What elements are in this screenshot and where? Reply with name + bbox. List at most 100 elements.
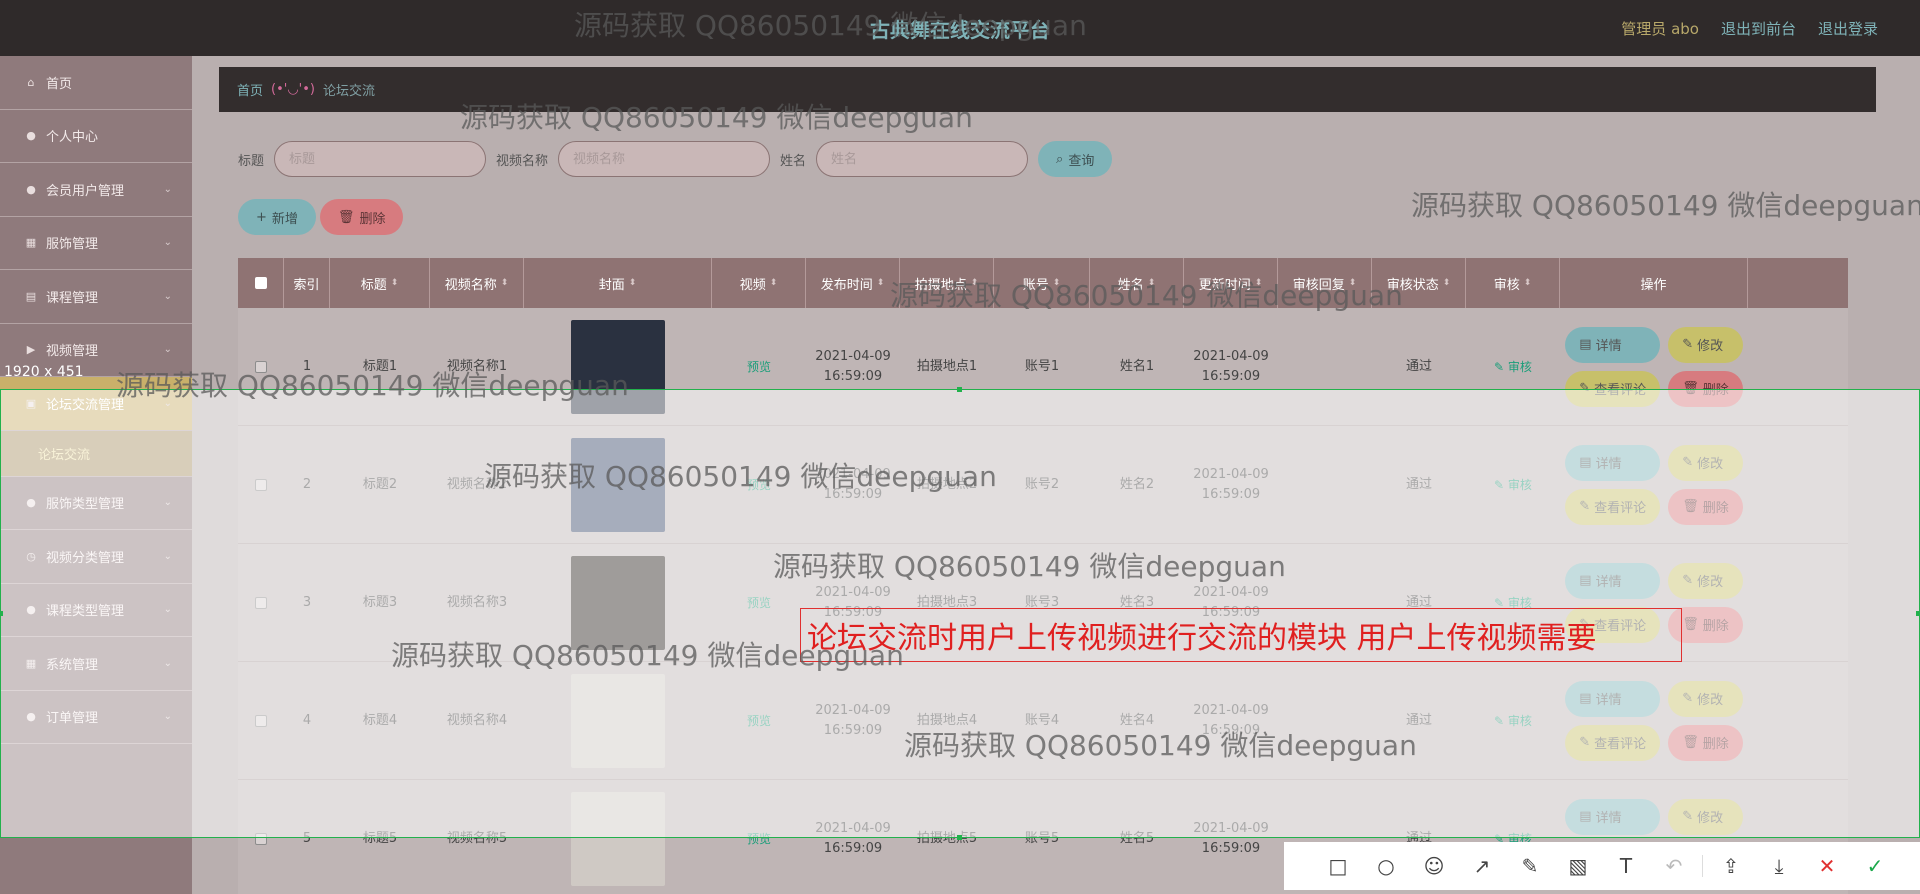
sort-icon: ⬍ xyxy=(1052,278,1061,288)
column-header[interactable]: 更新时间 ⬍ xyxy=(1184,258,1278,308)
download-icon[interactable]: ⤓ xyxy=(1755,842,1803,890)
undo-icon[interactable]: ↶ xyxy=(1650,842,1698,890)
row-checkbox[interactable] xyxy=(255,832,267,845)
column-header[interactable]: 审核 ⬍ xyxy=(1466,258,1560,308)
view-comments-button[interactable]: ✎查看评论 xyxy=(1565,370,1661,407)
detail-button[interactable]: ▤ 详情 xyxy=(1565,562,1661,599)
edit-button[interactable]: ✎ 修改 xyxy=(1668,326,1743,363)
row-checkbox[interactable] xyxy=(255,714,267,727)
selection-handle-bottom[interactable] xyxy=(957,835,962,840)
row-checkbox[interactable] xyxy=(255,360,267,373)
rect-icon[interactable]: □ xyxy=(1314,842,1362,890)
preview-link[interactable]: 预览 xyxy=(747,358,771,375)
detail-button[interactable]: ▤ 详情 xyxy=(1565,680,1661,717)
column-header[interactable]: 姓名 ⬍ xyxy=(1090,258,1184,308)
column-header[interactable]: 视频 ⬍ xyxy=(712,258,806,308)
exit-to-front-link[interactable]: 退出到前台 xyxy=(1721,18,1796,39)
detail-button[interactable]: ▤ 详情 xyxy=(1565,798,1661,835)
select-all-checkbox[interactable] xyxy=(254,277,267,289)
trash-icon: 🗑 xyxy=(337,209,355,225)
emoji-icon[interactable]: ☺ xyxy=(1410,842,1458,890)
text-annotation[interactable]: 论坛交流时用户上传视频进行交流的模块 用户上传视频需要 xyxy=(800,608,1682,662)
sidebar-item[interactable]: ▦ 系统管理 ⌄ xyxy=(0,637,192,691)
column-header[interactable]: 发布时间 ⬍ xyxy=(806,258,900,308)
query-button[interactable]: ⌕ 查询 xyxy=(1038,141,1113,177)
name-input[interactable] xyxy=(816,141,1029,177)
edit-button[interactable]: ✎ 修改 xyxy=(1668,798,1743,835)
audit-link[interactable]: ✎ 审核 xyxy=(1494,712,1532,729)
row-checkbox[interactable] xyxy=(255,596,267,609)
sidebar-item[interactable]: ◷ 视频分类管理 ⌄ xyxy=(0,530,192,584)
column-header[interactable]: 封面 ⬍ xyxy=(524,258,712,308)
cover-image[interactable] xyxy=(571,437,665,532)
cover-image[interactable] xyxy=(571,791,665,886)
selection-handle-left[interactable] xyxy=(0,611,3,616)
confirm-icon[interactable]: ✓ xyxy=(1851,842,1899,890)
detail-button[interactable]: ▤ 详情 xyxy=(1565,326,1661,363)
pen-icon[interactable]: ✎ xyxy=(1506,842,1554,890)
mosaic-icon[interactable]: ▧ xyxy=(1554,842,1602,890)
sidebar-item[interactable]: ● 个人中心 xyxy=(0,110,192,163)
sidebar-item[interactable]: ● 会员用户管理 ⌄ xyxy=(0,163,192,217)
delete-button[interactable]: 🗑删除 xyxy=(1668,724,1743,761)
preview-link[interactable]: 预览 xyxy=(747,476,771,493)
column-header[interactable]: 操作 xyxy=(1560,258,1748,308)
edit-button[interactable]: ✎ 修改 xyxy=(1668,562,1743,599)
sidebar-item[interactable]: ⌂ 首页 xyxy=(0,56,192,110)
sidebar-item[interactable]: ● 课程类型管理 ⌄ xyxy=(0,584,192,637)
sidebar-item[interactable]: ● 订单管理 ⌄ xyxy=(0,691,192,744)
share-icon[interactable]: ⇪ xyxy=(1707,842,1755,890)
arrow-icon[interactable]: ↗ xyxy=(1458,842,1506,890)
video-name-input[interactable] xyxy=(558,141,771,177)
logout-link[interactable]: 退出登录 xyxy=(1818,18,1878,39)
column-header[interactable]: 视频名称 ⬍ xyxy=(430,258,524,308)
selection-handle-right[interactable] xyxy=(1916,611,1920,616)
cover-image[interactable] xyxy=(571,555,665,650)
sidebar-item[interactable]: ▣ 论坛交流管理 ⌄ xyxy=(0,377,192,431)
title-input[interactable] xyxy=(274,141,487,177)
view-comments-button[interactable]: ✎查看评论 xyxy=(1565,488,1661,525)
preview-link[interactable]: 预览 xyxy=(747,712,771,729)
cell-name: 姓名5 xyxy=(1119,830,1155,846)
column-header[interactable]: 标题 ⬍ xyxy=(330,258,430,308)
breadcrumb-home[interactable]: 首页 xyxy=(237,80,263,99)
sidebar-item[interactable]: ▦ 服饰管理 ⌄ xyxy=(0,217,192,270)
sidebar-item[interactable]: ▤ 课程管理 ⌄ xyxy=(0,270,192,324)
batch-delete-button[interactable]: 🗑 删除 xyxy=(319,199,404,235)
column-header-label: 发布时间 xyxy=(820,277,873,293)
column-header[interactable]: 拍摄地点 ⬍ xyxy=(900,258,994,308)
breadcrumb: 首页 (•'◡'•) 论坛交流 xyxy=(219,67,1876,112)
sidebar-item-label: 服饰类型管理 xyxy=(46,497,125,513)
detail-button[interactable]: ▤ 详情 xyxy=(1565,444,1661,481)
add-button[interactable]: + 新增 xyxy=(238,199,316,235)
circle-icon[interactable]: ○ xyxy=(1362,842,1410,890)
row-checkbox[interactable] xyxy=(255,478,267,491)
column-header[interactable]: 审核状态 ⬍ xyxy=(1372,258,1466,308)
view-comments-button[interactable]: ✎查看评论 xyxy=(1565,724,1661,761)
edit-button[interactable]: ✎ 修改 xyxy=(1668,680,1743,717)
edit-button[interactable]: ✎ 修改 xyxy=(1668,444,1743,481)
sidebar-item[interactable]: ● 服饰类型管理 ⌄ xyxy=(0,477,192,530)
cover-image[interactable] xyxy=(571,673,665,768)
detail-label: 详情 xyxy=(1595,457,1622,472)
text-icon[interactable]: T xyxy=(1602,842,1650,890)
cell-name: 姓名1 xyxy=(1119,358,1155,374)
pencil-icon: ✎ xyxy=(1579,381,1591,396)
sort-icon: ⬍ xyxy=(769,278,778,288)
column-header[interactable]: 审核回复 ⬍ xyxy=(1278,258,1372,308)
delete-button[interactable]: 🗑删除 xyxy=(1668,370,1743,407)
audit-link[interactable]: ✎ 审核 xyxy=(1494,358,1532,375)
preview-link[interactable]: 预览 xyxy=(747,594,771,611)
selection-handle-top[interactable] xyxy=(957,387,962,392)
sidebar-item-label: 个人中心 xyxy=(46,130,99,146)
delete-button[interactable]: 🗑删除 xyxy=(1668,488,1743,525)
close-icon[interactable]: ✕ xyxy=(1803,842,1851,890)
top-bar: 古典舞在线交流平台 管理员 abo 退出到前台 退出登录 xyxy=(0,0,1920,56)
sidebar-subitem-forum[interactable]: 论坛交流 xyxy=(0,430,192,477)
column-header[interactable]: 账号 ⬍ xyxy=(994,258,1090,308)
trash-icon: 🗑 xyxy=(1682,617,1699,632)
preview-link[interactable]: 预览 xyxy=(747,830,771,847)
column-header[interactable]: 索引 xyxy=(284,258,330,308)
audit-link[interactable]: ✎ 审核 xyxy=(1494,476,1532,493)
cover-image[interactable] xyxy=(571,319,665,414)
